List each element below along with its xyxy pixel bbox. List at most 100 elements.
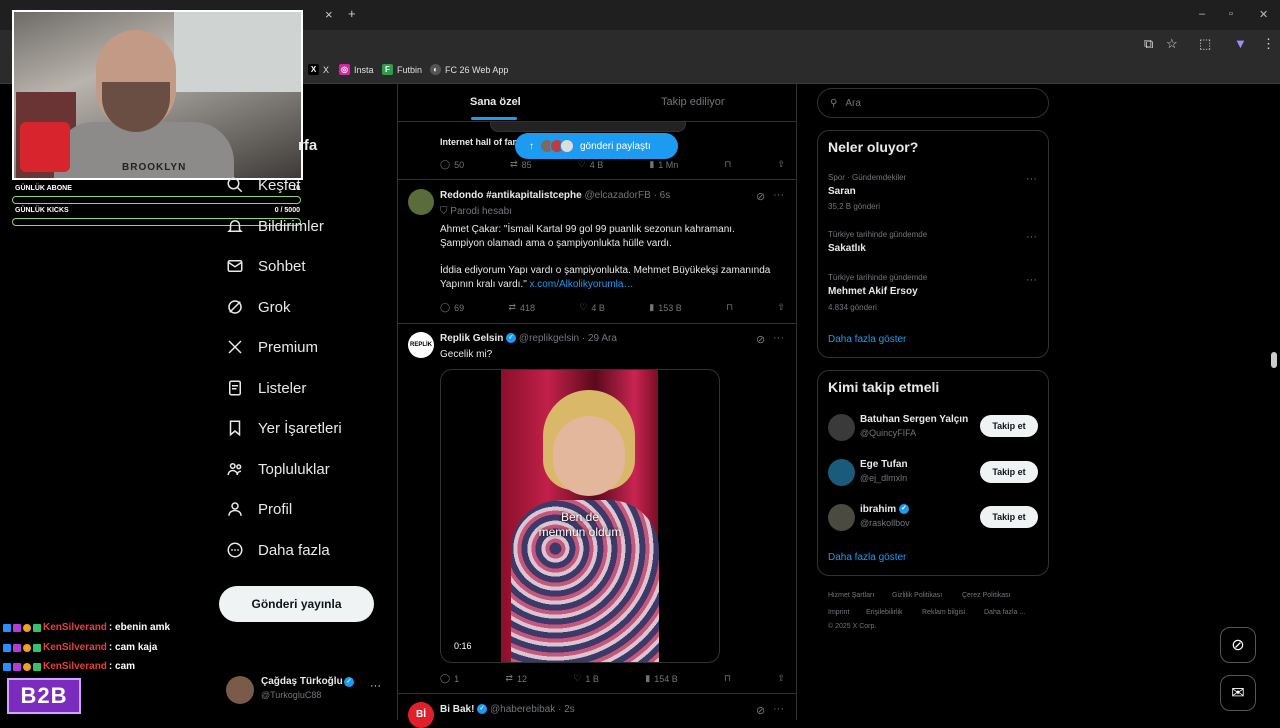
scrollbar-thumb[interactable] [1271,352,1277,368]
tweet-time[interactable]: · 2s [558,704,575,715]
avatar[interactable]: Bİ [408,702,434,728]
tweet-time[interactable]: · 6s [654,190,671,201]
follow-button[interactable]: Takip et [980,415,1038,437]
reply-button[interactable]: ◯ 50 [440,159,464,170]
avatar[interactable]: REPLİK [408,332,434,358]
suggest-handle[interactable]: @ej_dlmxln [860,473,907,483]
browser-menu-icon[interactable]: ⋮ [1262,36,1275,52]
more-icon[interactable]: ··· [773,189,784,201]
bookmark-futbin[interactable]: F Futbin [382,64,422,75]
suggest-name[interactable]: ibrahim ✓ [860,504,909,515]
suggest-name[interactable]: Ege Tufan [860,459,908,470]
extensions-icon[interactable]: ⬚ [1199,36,1211,52]
footer-link[interactable]: Imprint [828,609,849,616]
grok-icon[interactable]: ⊘ [756,190,765,203]
tweet-link[interactable]: x.com/Alkolikyorumla… [530,279,634,290]
tweet-author[interactable]: Redondo #antikapitalistcephe [440,190,582,201]
new-tab-button[interactable]: + [348,6,356,21]
footer-link[interactable]: Gizlilik Politikası [892,592,942,599]
grok-icon[interactable]: ⊘ [756,704,765,717]
retweet-button[interactable]: ⇄ 85 [510,159,532,170]
share-button[interactable]: ⇧ [777,159,785,170]
shield-icon[interactable]: ▼ [1234,36,1247,51]
avatar[interactable] [828,459,855,486]
nav-more[interactable]: Daha fazla [226,541,330,559]
messages-fab[interactable]: ✉ [1220,675,1256,711]
avatar[interactable] [828,504,855,531]
post-button[interactable]: Gönderi yayınla [219,586,374,622]
trend-name[interactable]: Mehmet Akif Ersoy [828,286,918,297]
bookmark-x[interactable]: XX [308,64,329,75]
star-icon[interactable]: ☆ [1166,36,1178,52]
retweet-button[interactable]: ⇄ 418 [508,302,535,313]
views-button[interactable]: ▮ 154 B [645,673,677,684]
follow-button[interactable]: Takip et [980,506,1038,528]
retweet-button[interactable]: ⇄ 12 [505,673,527,684]
avatar[interactable] [408,189,434,215]
more-icon[interactable]: ··· [1026,274,1037,286]
tweet-author[interactable]: Replik Gelsin [440,333,503,344]
share-button[interactable]: ⇧ [777,673,785,684]
maximize-icon[interactable]: ▫ [1229,8,1233,20]
suggest-handle[interactable]: @raskollbov [860,518,910,528]
nav-explore[interactable]: Keşfet [226,176,301,194]
nav-lists[interactable]: Listeler [226,379,306,397]
tweet-handle[interactable]: @elcazadorFB [584,190,650,201]
footer-link[interactable]: Çerez Politikası [962,592,1011,599]
new-posts-pill[interactable]: ↑ gönderi paylaştı [515,133,678,159]
footer-link[interactable]: Daha fazla ... [984,609,1025,616]
more-icon[interactable]: ··· [773,703,784,715]
account-switcher[interactable]: Çağdaş Türkoğlu ✓ @TurkogluC88 ··· [226,674,386,706]
suggest-name[interactable]: Batuhan Sergen Yalçın [860,414,968,425]
footer-link[interactable]: Reklam bilgisi [922,609,965,616]
grok-icon[interactable]: ⊘ [756,333,765,346]
tweet-video[interactable]: Ben de memnun oldum 0:16 [440,369,720,663]
share-button[interactable]: ⇧ [777,302,785,313]
views-button[interactable]: ▮ 1 Mn [649,159,678,170]
tweet-media-partial[interactable] [490,122,686,132]
bookmark-fc26[interactable]: ◐ FC 26 Web App [430,64,508,75]
window-close-icon[interactable]: ✕ [1259,8,1268,21]
bookmark-button[interactable]: ⊓ [724,159,731,170]
nav-home-partial[interactable]: rfa [298,137,317,154]
like-button[interactable]: ♡ 4 B [578,159,604,170]
cast-icon[interactable]: ⧉ [1144,36,1153,52]
trends-show-more[interactable]: Daha fazla göster [828,334,906,345]
views-button[interactable]: ▮ 153 B [649,302,681,313]
reply-button[interactable]: ◯ 1 [440,673,459,684]
trend-name[interactable]: Saran [828,186,856,197]
tweet-handle[interactable]: @replikgelsin [519,333,579,344]
tweet-time[interactable]: · 29 Ara [582,333,617,344]
nav-grok[interactable]: Grok [226,298,291,316]
search-input[interactable]: ⚲ Ara [817,88,1049,118]
close-tab-icon[interactable]: × [325,7,333,22]
who-show-more[interactable]: Daha fazla göster [828,552,906,563]
more-icon[interactable]: ··· [1026,231,1037,243]
bookmark-button[interactable]: ⊓ [724,673,731,684]
tab-for-you[interactable]: Sana özel [470,96,521,108]
bookmark-insta[interactable]: ◎ Insta [339,64,374,75]
avatar[interactable] [828,414,855,441]
grok-fab[interactable]: ⊘ [1220,627,1256,663]
nav-bookmarks[interactable]: Yer İşaretleri [226,419,342,437]
footer-link[interactable]: Erişilebilirlik [866,609,903,616]
minimize-icon[interactable]: – [1199,8,1205,20]
footer-link[interactable]: Hizmet Şartları [828,592,874,599]
bookmark-button[interactable]: ⊓ [726,302,733,313]
nav-notifications[interactable]: Bildirimler [226,217,324,235]
more-icon[interactable]: ··· [773,332,784,344]
tab-following[interactable]: Takip ediliyor [661,96,725,108]
tweet-handle[interactable]: @haberebibak [490,704,555,715]
suggest-handle[interactable]: @QuincyFIFA [860,428,916,438]
trend-name[interactable]: Sakatlık [828,243,866,254]
like-button[interactable]: ♡ 4 B [579,302,605,313]
more-icon[interactable]: ··· [1026,173,1037,185]
reply-button[interactable]: ◯ 69 [440,302,464,313]
follow-button[interactable]: Takip et [980,461,1038,483]
nav-chat[interactable]: Sohbet [226,257,306,275]
nav-premium[interactable]: Premium [226,338,318,356]
nav-profile[interactable]: Profil [226,500,292,518]
like-button[interactable]: ♡ 1 B [573,673,599,684]
tweet-author[interactable]: Bi Bak! [440,704,474,715]
nav-communities[interactable]: Topluluklar [226,460,330,478]
